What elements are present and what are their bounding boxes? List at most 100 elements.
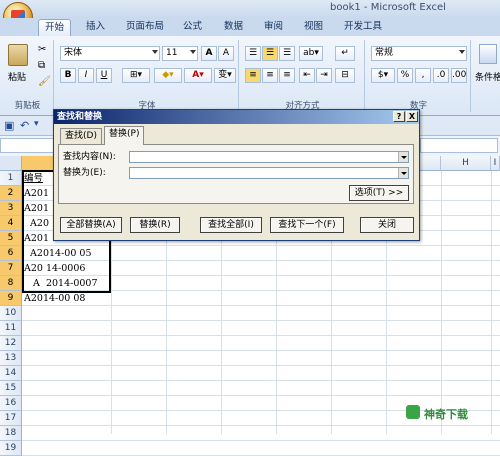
grid-line — [22, 335, 500, 336]
select-all-corner[interactable] — [0, 156, 22, 171]
align-right-button[interactable]: ≡ — [279, 68, 295, 83]
clipboard-group-label: 剪贴板 — [14, 101, 41, 111]
row-header[interactable]: 4 — [0, 216, 22, 231]
wrap-text-button[interactable]: ↵ — [335, 46, 355, 61]
format-painter-icon[interactable]: 🖌 — [38, 76, 51, 87]
tab-replace[interactable]: 替换(P) — [104, 126, 145, 145]
column-header-i[interactable]: I — [491, 156, 500, 171]
find-next-button[interactable]: 查找下一个(F) — [270, 217, 344, 233]
replace-panel: 查找内容(N): 替换为(E): 选项(T) >> — [58, 144, 414, 204]
styles-group: 条件格 — [473, 40, 500, 112]
find-what-input[interactable] — [129, 151, 409, 163]
border-button[interactable]: ⊞▾ — [122, 68, 150, 83]
row-header[interactable]: 7 — [0, 261, 22, 276]
font-color-button[interactable]: A▾ — [184, 68, 212, 83]
tab-home[interactable]: 开始 — [38, 19, 72, 36]
percent-button[interactable]: % — [397, 68, 413, 83]
italic-button[interactable]: I — [78, 68, 94, 83]
tab-data[interactable]: 数据 — [218, 19, 249, 36]
align-left-button[interactable]: ≡ — [245, 68, 261, 83]
tab-insert[interactable]: 插入 — [80, 19, 111, 36]
grid-line — [22, 350, 500, 351]
row-header[interactable]: 16 — [0, 396, 22, 411]
phonetic-button[interactable]: 变▾ — [214, 68, 236, 83]
ribbon-tabs: 开始 插入 页面布局 公式 数据 审阅 视图 开发工具 — [0, 18, 500, 36]
increase-indent-button[interactable]: ⇥ — [316, 68, 332, 83]
cell-a9[interactable]: A2014-00 08 — [24, 291, 85, 306]
close-icon[interactable]: X — [406, 111, 418, 122]
chevron-down-icon[interactable] — [398, 152, 408, 162]
number-format-select[interactable]: 常规 — [371, 46, 467, 61]
row-header[interactable]: 1 — [0, 171, 22, 186]
tab-formulas[interactable]: 公式 — [177, 19, 208, 36]
row-header[interactable]: 5 — [0, 231, 22, 246]
grid-line — [22, 365, 500, 366]
row-header[interactable]: 14 — [0, 366, 22, 381]
grid-line — [22, 380, 500, 381]
close-button[interactable]: 关闭 — [360, 217, 414, 233]
grow-font-button[interactable]: A — [201, 46, 217, 61]
clipboard-group: 粘贴 ✂ ⧉ 🖌 剪贴板 — [2, 40, 54, 112]
row-header[interactable]: 12 — [0, 336, 22, 351]
undo-icon[interactable]: ↶ — [20, 119, 29, 132]
options-button[interactable]: 选项(T) >> — [349, 185, 409, 201]
title-bar: book1 - Microsoft Excel — [0, 0, 500, 18]
chevron-down-icon[interactable]: ▾ — [34, 119, 39, 129]
formula-input[interactable] — [420, 138, 498, 153]
column-header-h[interactable]: H — [441, 156, 491, 171]
orientation-button[interactable]: ab▾ — [299, 46, 323, 61]
find-what-label: 查找内容(N): — [63, 152, 116, 162]
save-icon[interactable]: ▣ — [4, 119, 14, 132]
align-middle-button[interactable]: ☰ — [262, 46, 278, 61]
copy-icon[interactable]: ⧉ — [38, 60, 45, 71]
align-top-button[interactable]: ☰ — [245, 46, 261, 61]
decrease-decimal-button[interactable]: .00 — [451, 68, 467, 83]
row-header[interactable]: 13 — [0, 351, 22, 366]
row-header[interactable]: 15 — [0, 381, 22, 396]
replace-with-input[interactable] — [129, 167, 409, 179]
find-all-button[interactable]: 查找全部(I) — [200, 217, 262, 233]
tab-review[interactable]: 审阅 — [258, 19, 289, 36]
row-header[interactable]: 3 — [0, 201, 22, 216]
row-header[interactable]: 2 — [0, 186, 22, 201]
cut-icon[interactable]: ✂ — [38, 44, 46, 55]
row-header[interactable]: 6 — [0, 246, 22, 261]
merge-button[interactable]: ⊟ — [335, 68, 355, 83]
bold-button[interactable]: B — [60, 68, 76, 83]
comma-button[interactable]: , — [415, 68, 431, 83]
help-button[interactable]: ? — [393, 111, 405, 122]
paste-icon[interactable] — [8, 44, 28, 66]
conditional-format-icon[interactable] — [479, 44, 497, 64]
grid-line — [22, 425, 500, 426]
replace-all-button[interactable]: 全部替换(A) — [60, 217, 122, 233]
row-header[interactable]: 8 — [0, 276, 22, 291]
font-name-select[interactable]: 宋体 — [60, 46, 160, 61]
row-header[interactable]: 11 — [0, 321, 22, 336]
underline-button[interactable]: U — [96, 68, 112, 83]
currency-button[interactable]: $▾ — [371, 68, 395, 83]
paste-label[interactable]: 粘贴 — [8, 70, 26, 83]
grid-line — [22, 320, 500, 321]
row-header[interactable]: 19 — [0, 441, 22, 456]
fill-color-button[interactable]: ◆▾ — [154, 68, 182, 83]
row-header[interactable]: 10 — [0, 306, 22, 321]
tab-view[interactable]: 视图 — [298, 19, 329, 36]
grid-line — [22, 395, 500, 396]
tab-find[interactable]: 查找(D) — [60, 128, 102, 144]
row-header[interactable]: 9 — [0, 291, 22, 306]
conditional-format-label[interactable]: 条件格 — [475, 70, 500, 83]
shrink-font-button[interactable]: A — [218, 46, 234, 61]
replace-button[interactable]: 替换(R) — [130, 217, 180, 233]
chevron-down-icon[interactable] — [398, 168, 408, 178]
tab-page-layout[interactable]: 页面布局 — [120, 19, 170, 36]
number-format-value: 常规 — [375, 48, 394, 58]
font-size-select[interactable]: 11 — [162, 46, 198, 61]
align-center-button[interactable]: ≡ — [262, 68, 278, 83]
row-header[interactable]: 17 — [0, 411, 22, 426]
tab-developer[interactable]: 开发工具 — [338, 19, 388, 36]
chevron-down-icon — [152, 50, 158, 54]
increase-decimal-button[interactable]: .0 — [433, 68, 449, 83]
decrease-indent-button[interactable]: ⇤ — [299, 68, 315, 83]
align-bottom-button[interactable]: ☰ — [279, 46, 295, 61]
find-replace-dialog: 查找和替换 ? X 查找(D) 替换(P) 查找内容(N): 替换为(E): 选… — [53, 109, 420, 241]
